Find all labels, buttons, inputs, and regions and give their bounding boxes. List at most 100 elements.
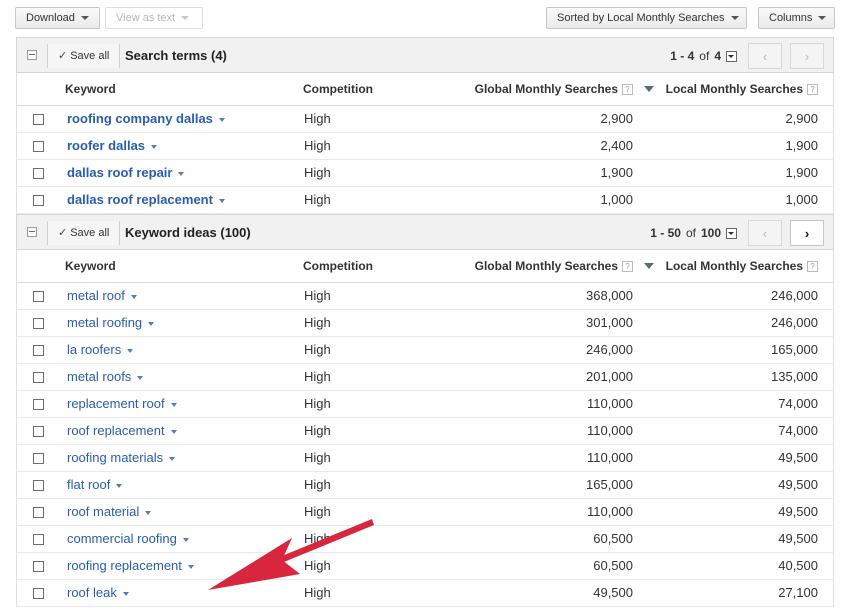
chevron-down-icon[interactable] bbox=[148, 321, 155, 326]
global-searches-cell: 201,000 bbox=[586, 369, 633, 384]
help-icon[interactable]: ? bbox=[622, 84, 633, 96]
prev-page-button[interactable]: ‹ bbox=[748, 220, 782, 246]
chevron-down-icon[interactable] bbox=[145, 510, 152, 515]
chevron-down-icon[interactable] bbox=[151, 144, 158, 149]
local-searches-cell: 246,000 bbox=[771, 288, 818, 303]
keyword-text: la roofers bbox=[67, 342, 122, 357]
prev-page-button[interactable]: ‹ bbox=[748, 43, 782, 69]
row-checkbox[interactable] bbox=[33, 480, 44, 491]
page-size-dropdown-icon[interactable] bbox=[726, 227, 737, 239]
local-searches-cell: 2,900 bbox=[785, 111, 818, 126]
competition-cell: High bbox=[304, 477, 331, 492]
chevron-down-icon[interactable] bbox=[187, 564, 194, 569]
chevron-down-icon[interactable] bbox=[182, 537, 189, 542]
help-icon[interactable]: ? bbox=[622, 261, 633, 273]
row-checkbox[interactable] bbox=[33, 561, 44, 572]
download-button[interactable]: Download bbox=[15, 7, 100, 29]
row-checkbox[interactable] bbox=[33, 534, 44, 545]
keyword-link[interactable]: roofing company dallas bbox=[67, 111, 225, 126]
row-checkbox[interactable] bbox=[33, 168, 44, 179]
keyword-link[interactable]: dallas roof repair bbox=[67, 165, 185, 180]
local-searches-cell: 1,900 bbox=[785, 165, 818, 180]
chevron-down-icon[interactable] bbox=[130, 294, 137, 299]
row-checkbox[interactable] bbox=[33, 291, 44, 302]
row-checkbox[interactable] bbox=[33, 588, 44, 599]
competition-cell: High bbox=[304, 192, 331, 207]
keyword-link[interactable]: roofing replacement bbox=[67, 558, 194, 573]
keyword-text: roof replacement bbox=[67, 423, 165, 438]
row-checkbox[interactable] bbox=[33, 318, 44, 329]
competition-column-header[interactable]: Competition bbox=[303, 259, 373, 273]
keyword-link[interactable]: metal roofs bbox=[67, 369, 144, 384]
keyword-link[interactable]: replacement roof bbox=[67, 396, 177, 411]
local-searches-column-header[interactable]: Local Monthly Searches? bbox=[666, 82, 818, 96]
keyword-column-header[interactable]: Keyword bbox=[65, 259, 116, 273]
keyword-link[interactable]: metal roofing bbox=[67, 315, 155, 330]
table-row: dallas roof replacement High 1,000 1,000 bbox=[16, 187, 834, 214]
keyword-link[interactable]: roof leak bbox=[67, 585, 129, 600]
competition-cell: High bbox=[304, 450, 331, 465]
page-size-dropdown-icon[interactable] bbox=[726, 50, 737, 62]
page-of: of bbox=[699, 49, 710, 63]
competition-column-header[interactable]: Competition bbox=[303, 82, 373, 96]
table-row: roofing replacement High 60,500 40,500 bbox=[16, 553, 834, 580]
next-page-button[interactable]: › bbox=[790, 220, 824, 246]
sort-selector-button[interactable]: Sorted by Local Monthly Searches bbox=[546, 7, 747, 29]
keyword-link[interactable]: commercial roofing bbox=[67, 531, 189, 546]
save-all-button[interactable]: ✓ Save all bbox=[47, 221, 121, 245]
keyword-link[interactable]: metal roof bbox=[67, 288, 137, 303]
chevron-down-icon[interactable] bbox=[169, 456, 176, 461]
chevron-down-icon[interactable] bbox=[170, 402, 177, 407]
global-searches-cell: 110,000 bbox=[586, 396, 633, 411]
table-row: roof material High 110,000 49,500 bbox=[16, 499, 834, 526]
save-all-button[interactable]: ✓ Save all bbox=[47, 44, 121, 68]
view-as-text-button[interactable]: View as text bbox=[105, 7, 203, 29]
chevron-down-icon[interactable] bbox=[218, 117, 225, 122]
competition-cell: High bbox=[304, 504, 331, 519]
chevron-down-icon[interactable] bbox=[137, 375, 144, 380]
row-checkbox[interactable] bbox=[33, 345, 44, 356]
row-checkbox[interactable] bbox=[33, 453, 44, 464]
chevron-down-icon[interactable] bbox=[127, 348, 134, 353]
keyword-link[interactable]: roofing materials bbox=[67, 450, 176, 465]
chevron-down-icon[interactable] bbox=[170, 429, 177, 434]
global-searches-column-header[interactable]: Global Monthly Searches? bbox=[475, 82, 633, 96]
row-checkbox[interactable] bbox=[33, 426, 44, 437]
checkmark-icon: ✓ bbox=[58, 50, 68, 62]
row-checkbox[interactable] bbox=[33, 114, 44, 125]
help-icon[interactable]: ? bbox=[807, 261, 818, 273]
keyword-link[interactable]: flat roof bbox=[67, 477, 123, 492]
search-terms-rows: roofing company dallas High 2,900 2,900 … bbox=[16, 106, 834, 214]
keyword-link[interactable]: dallas roof replacement bbox=[67, 192, 225, 207]
row-checkbox[interactable] bbox=[33, 372, 44, 383]
competition-cell: High bbox=[304, 288, 331, 303]
help-icon[interactable]: ? bbox=[807, 84, 818, 96]
columns-button[interactable]: Columns bbox=[758, 7, 835, 29]
collapse-icon[interactable] bbox=[27, 50, 37, 60]
local-searches-cell: 74,000 bbox=[778, 423, 818, 438]
global-searches-cell: 60,500 bbox=[593, 558, 633, 573]
row-checkbox[interactable] bbox=[33, 507, 44, 518]
keyword-link[interactable]: roofer dallas bbox=[67, 138, 158, 153]
keyword-link[interactable]: roof replacement bbox=[67, 423, 177, 438]
collapse-icon[interactable] bbox=[27, 227, 37, 237]
chevron-down-icon[interactable] bbox=[122, 591, 129, 596]
table-row: roof leak High 49,500 27,100 bbox=[16, 580, 834, 607]
keyword-link[interactable]: roof material bbox=[67, 504, 152, 519]
chevron-down-icon[interactable] bbox=[116, 483, 123, 488]
global-searches-column-header[interactable]: Global Monthly Searches? bbox=[475, 259, 633, 273]
table-row: metal roof High 368,000 246,000 bbox=[16, 283, 834, 310]
row-checkbox[interactable] bbox=[33, 141, 44, 152]
global-searches-cell: 2,900 bbox=[600, 111, 633, 126]
chevron-down-icon[interactable] bbox=[218, 198, 225, 203]
keyword-link[interactable]: la roofers bbox=[67, 342, 134, 357]
next-page-button[interactable]: › bbox=[790, 43, 824, 69]
row-checkbox[interactable] bbox=[33, 195, 44, 206]
local-searches-label: Local Monthly Searches bbox=[665, 82, 803, 96]
keyword-text: commercial roofing bbox=[67, 531, 177, 546]
row-checkbox[interactable] bbox=[33, 399, 44, 410]
local-searches-column-header[interactable]: Local Monthly Searches? bbox=[666, 259, 818, 273]
chevron-down-icon[interactable] bbox=[178, 171, 185, 176]
keyword-column-header[interactable]: Keyword bbox=[65, 82, 116, 96]
chevron-left-icon: ‹ bbox=[762, 225, 768, 241]
